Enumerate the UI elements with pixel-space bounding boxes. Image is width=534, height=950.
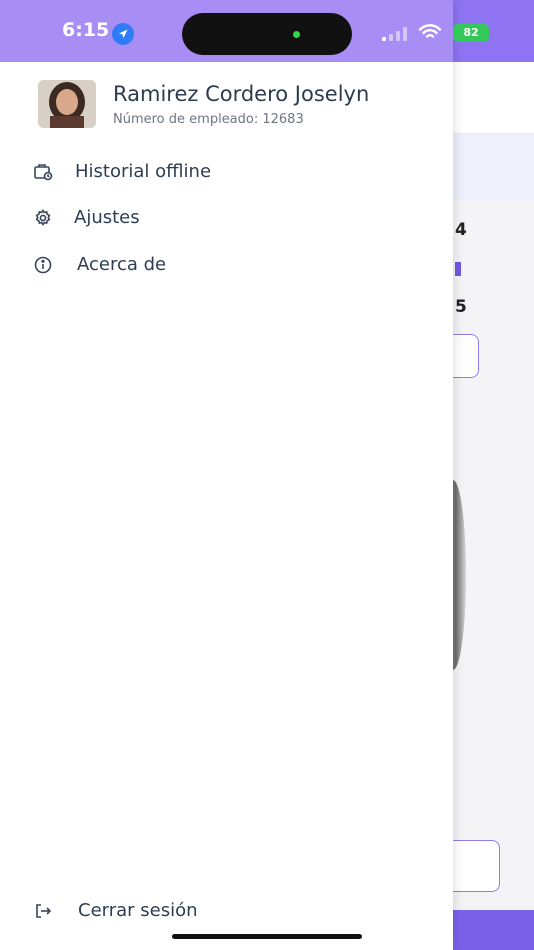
status-time: 6:15: [62, 19, 110, 41]
menu-item-label: Acerca de: [77, 254, 167, 275]
logout-icon: [33, 901, 53, 921]
offline-history-icon: [33, 162, 53, 182]
menu-item-offline-history[interactable]: Historial offline: [0, 152, 453, 192]
wifi-icon: [418, 23, 442, 41]
background-link-fragment: [455, 262, 461, 276]
profile-name: Ramirez Cordero Joselyn: [113, 82, 370, 106]
info-icon: [33, 255, 53, 275]
dynamic-island: [182, 13, 352, 55]
menu-item-about[interactable]: Acerca de: [0, 245, 453, 285]
menu-item-label: Historial offline: [75, 161, 212, 182]
battery-charging-icon: 82: [453, 24, 489, 42]
employee-number: Número de empleado: 12683: [113, 112, 304, 127]
home-indicator: [172, 934, 362, 939]
background-text-fragment: 4: [455, 220, 467, 240]
navigation-drawer: Ramirez Cordero Joselyn Número de emplea…: [0, 0, 453, 950]
cellular-signal-icon: [382, 26, 408, 41]
camera-indicator-dot: [293, 31, 300, 38]
gear-icon: [33, 208, 53, 228]
logout-button[interactable]: Cerrar sesión: [0, 891, 453, 931]
location-arrow-icon: [112, 23, 134, 45]
menu-item-label: Ajustes: [74, 207, 140, 228]
avatar: [38, 80, 96, 128]
menu-item-settings[interactable]: Ajustes: [0, 198, 453, 238]
background-text-fragment: 5: [455, 297, 467, 317]
logout-label: Cerrar sesión: [78, 900, 198, 921]
